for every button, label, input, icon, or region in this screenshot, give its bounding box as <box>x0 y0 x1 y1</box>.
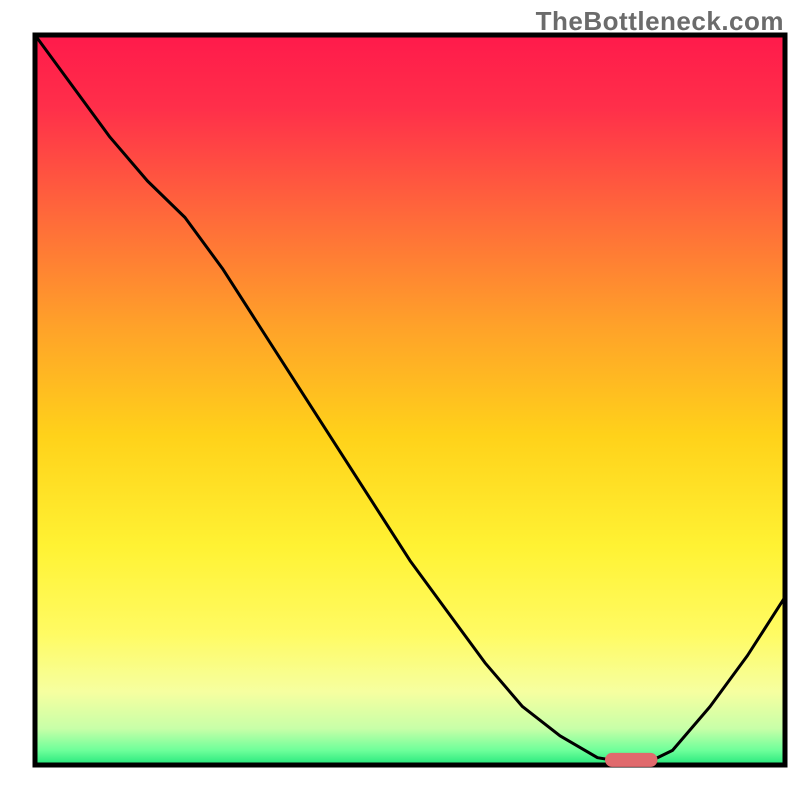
plot-gradient <box>35 35 785 765</box>
bottleneck-chart <box>0 0 800 800</box>
optimal-marker <box>605 753 658 767</box>
